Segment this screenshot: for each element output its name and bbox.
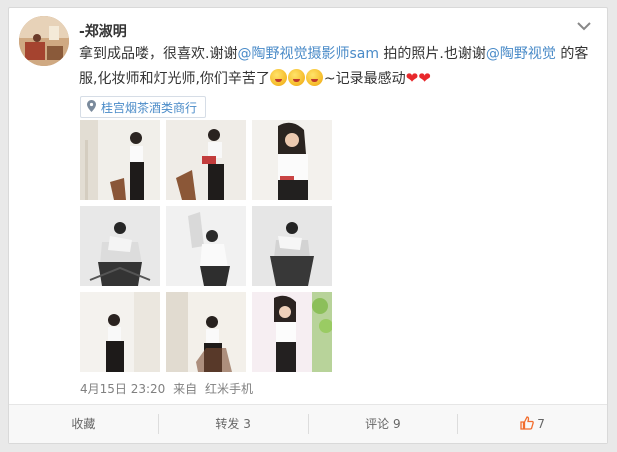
kiss-emoji-icon <box>287 69 305 86</box>
comment-label: 评论 9 <box>365 417 401 431</box>
action-bar: 收藏 转发 3 评论 9 7 <box>9 404 607 443</box>
source-prefix: 来自 <box>173 382 198 396</box>
photo-thumbnail[interactable] <box>252 206 332 286</box>
source-link[interactable]: 红米手机 <box>205 382 253 396</box>
thumbs-up-icon <box>520 416 535 436</box>
photo-thumbnail[interactable] <box>166 206 246 286</box>
repost-label: 转发 3 <box>215 417 251 431</box>
photo-grid <box>80 120 332 372</box>
repost-button[interactable]: 转发 3 <box>159 414 309 434</box>
photo-thumbnail[interactable] <box>80 120 160 200</box>
photo-thumbnail[interactable] <box>80 292 160 372</box>
photo-thumbnail[interactable] <box>166 292 246 372</box>
text-segment: 拿到成品喽，很喜欢.谢谢 <box>79 46 238 62</box>
location-label: 桂宫烟茶酒类商行 <box>101 100 198 115</box>
chevron-down-icon[interactable] <box>575 18 593 32</box>
photo-thumbnail[interactable] <box>252 292 332 372</box>
location-pin-icon <box>87 99 96 115</box>
post-meta: 4月15日 23:20 来自 红米手机 <box>80 380 257 397</box>
like-count: 7 <box>537 417 545 431</box>
weibo-post-card: -郑淑明 拿到成品喽，很喜欢.谢谢@陶野视觉摄影师sam 拍的照片.也谢谢@陶野… <box>8 7 608 444</box>
location-tag[interactable]: 桂宫烟茶酒类商行 <box>80 96 207 118</box>
kiss-emoji-icon <box>269 69 287 86</box>
username[interactable]: -郑淑明 <box>79 21 127 41</box>
comment-button[interactable]: 评论 9 <box>309 414 459 434</box>
timestamp[interactable]: 4月15日 23:20 <box>80 382 165 396</box>
favorite-button[interactable]: 收藏 <box>9 414 159 434</box>
mention-link[interactable]: @陶野视觉摄影师sam <box>237 46 379 62</box>
like-button[interactable]: 7 <box>458 414 607 434</box>
avatar[interactable] <box>19 16 69 66</box>
kiss-emoji-icon <box>305 69 323 86</box>
text-segment: 拍的照片.也谢谢 <box>378 46 486 62</box>
text-segment: ~记录最感动 <box>323 71 406 87</box>
favorite-label: 收藏 <box>71 417 96 431</box>
mention-link[interactable]: @陶野视觉 <box>486 46 556 62</box>
photo-thumbnail[interactable] <box>252 120 332 200</box>
heart-icon: ❤ <box>405 69 419 87</box>
photo-thumbnail[interactable] <box>80 206 160 286</box>
post-text: 拿到成品喽，很喜欢.谢谢@陶野视觉摄影师sam 拍的照片.也谢谢@陶野视觉 的客… <box>79 42 599 91</box>
heart-icon: ❤ <box>418 69 431 87</box>
photo-thumbnail[interactable] <box>166 120 246 200</box>
